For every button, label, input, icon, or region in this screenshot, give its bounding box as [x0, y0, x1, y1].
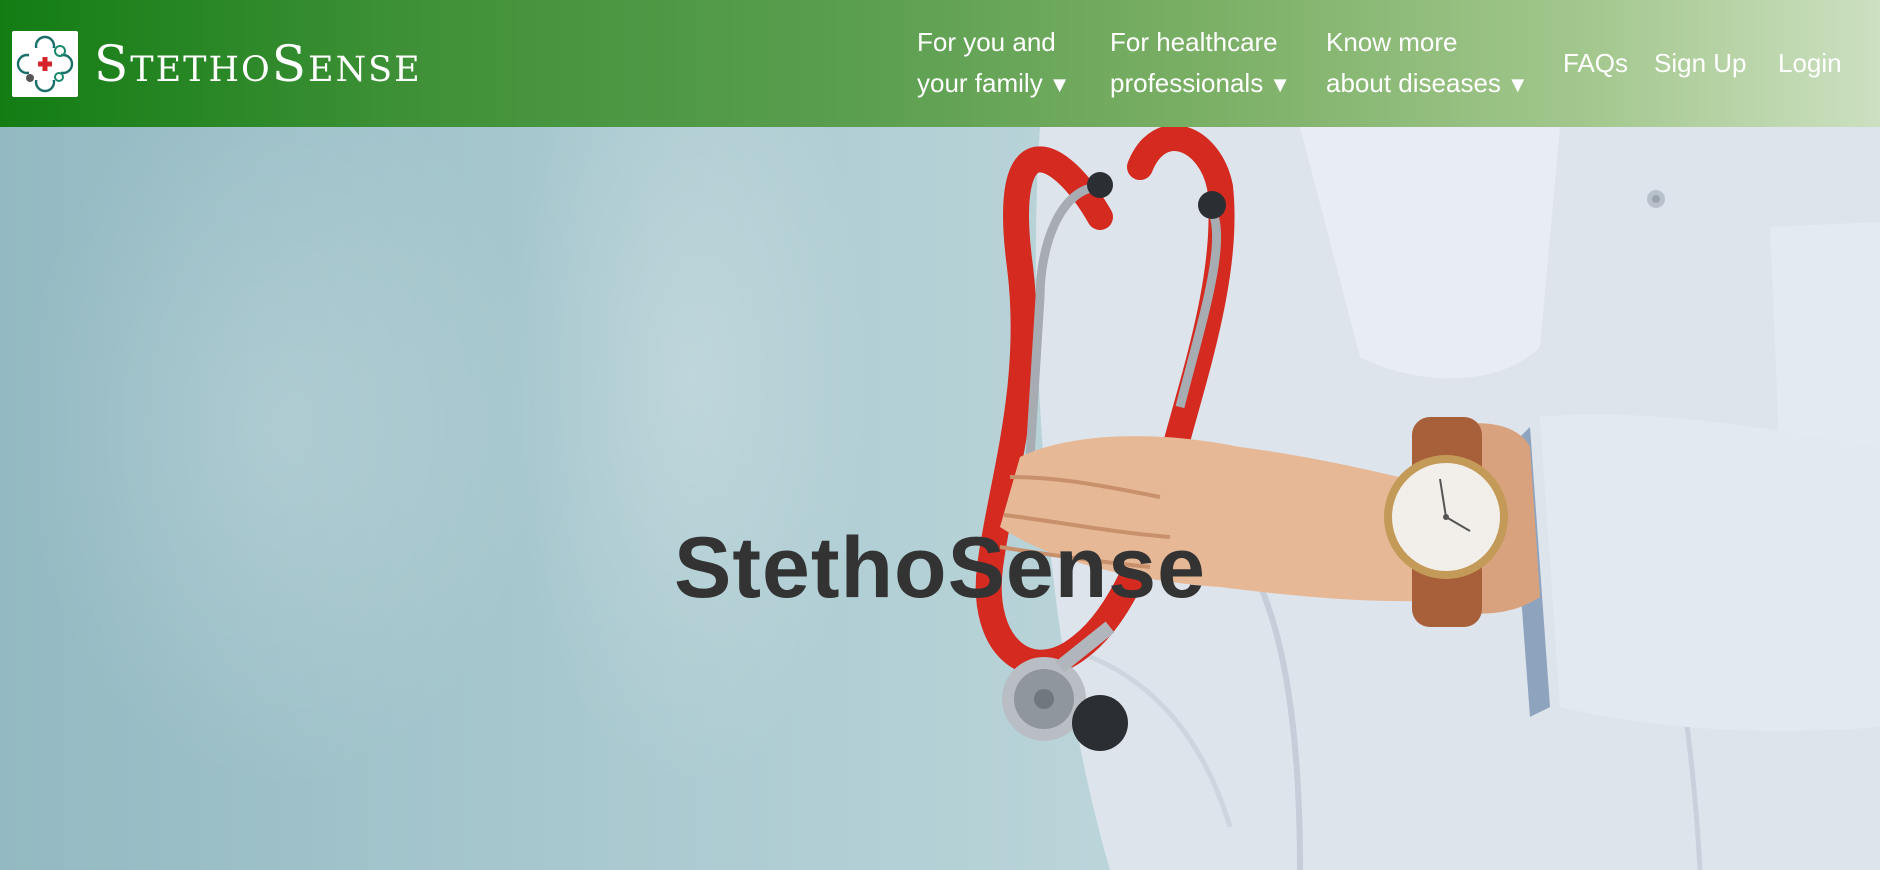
caret-down-icon: ▼: [1269, 72, 1291, 97]
hero-banner: StethoSense: [0, 127, 1880, 870]
nav-label-line1: For healthcare: [1110, 27, 1278, 57]
nav-label-line2: your family: [917, 68, 1043, 98]
nav-label-line2: professionals: [1110, 68, 1264, 98]
nav-for-healthcare-professionals[interactable]: For healthcare professionals ▼: [1110, 22, 1291, 105]
stethosense-logo-icon: [12, 30, 78, 97]
nav-sign-up[interactable]: Sign Up: [1654, 43, 1747, 84]
nav-label-line1: For you and: [917, 27, 1056, 57]
nav-for-you-and-your-family[interactable]: For you and your family ▼: [917, 22, 1070, 105]
nav-label-line1: Know more: [1326, 27, 1458, 57]
hero-doctor-image: [975, 127, 1880, 870]
nav-know-more-about-diseases[interactable]: Know more about diseases ▼: [1326, 22, 1529, 105]
caret-down-icon: ▼: [1506, 72, 1529, 97]
nav-login[interactable]: Login: [1778, 43, 1842, 84]
nav-label-line2: about diseases: [1326, 68, 1501, 98]
caret-down-icon: ▼: [1048, 72, 1071, 97]
nav-faqs[interactable]: FAQs: [1563, 43, 1628, 84]
brand-link[interactable]: StethoSense: [12, 30, 422, 97]
site-header: StethoSense For you and your family ▼ For…: [0, 0, 1880, 127]
brand-name: StethoSense: [94, 34, 422, 93]
hero-title: StethoSense: [674, 520, 1206, 616]
